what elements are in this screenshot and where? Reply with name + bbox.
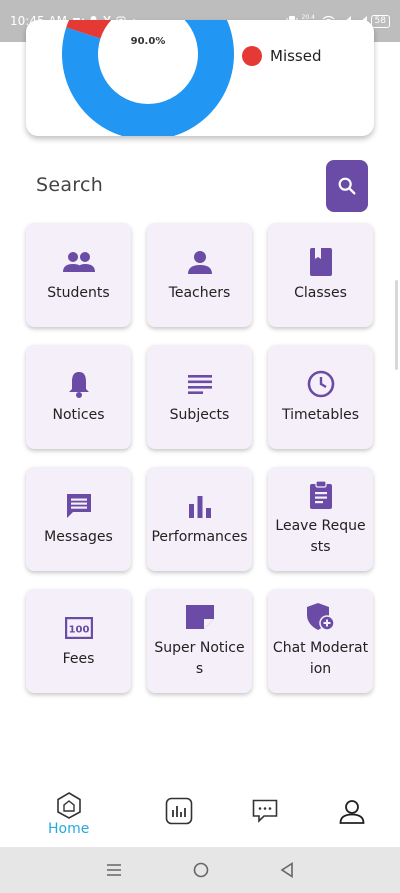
tile-students[interactable]: Students	[26, 223, 131, 327]
home-circle-icon[interactable]	[193, 862, 209, 878]
tile-timetables[interactable]: Timetables	[268, 345, 373, 449]
tile-super-notices[interactable]: Super Notices	[147, 589, 252, 693]
missed-legend-dot	[242, 46, 262, 66]
tile-label: Teachers	[168, 284, 231, 301]
chart-legend: Missed	[242, 46, 322, 66]
search-button[interactable]	[326, 160, 368, 212]
tile-label: Students	[47, 284, 110, 301]
system-nav-bar	[0, 847, 400, 893]
nav-analytics[interactable]	[165, 797, 193, 825]
recent-apps-icon[interactable]	[106, 863, 122, 877]
bar-chart-icon	[188, 495, 211, 518]
nav-home[interactable]: Home	[48, 791, 89, 837]
nav-home-label: Home	[48, 821, 90, 837]
tile-label: Fees	[62, 650, 95, 667]
nav-profile[interactable]	[339, 799, 365, 825]
tile-label: Super Notices	[154, 640, 245, 677]
missed-legend-label: Missed	[270, 47, 322, 65]
back-icon[interactable]	[280, 862, 294, 878]
clipboard-icon	[309, 481, 332, 509]
bell-icon	[68, 371, 89, 398]
tile-messages[interactable]: Messages	[26, 467, 131, 571]
tile-teachers[interactable]: Teachers	[147, 223, 252, 327]
clock-icon	[307, 370, 334, 397]
tile-label: Leave Requests	[275, 518, 366, 555]
tile-label: Notices	[52, 406, 105, 423]
tile-label: Timetables	[281, 406, 359, 423]
attendance-donut-chart	[62, 20, 234, 136]
person-icon	[187, 250, 212, 274]
search-label: Search	[36, 174, 104, 196]
feature-grid: Students Teachers Classes Notices Subjec…	[26, 223, 373, 693]
tile-label: Chat Moderation	[272, 640, 369, 677]
tile-label: Messages	[44, 528, 113, 545]
home-icon	[56, 792, 81, 819]
search-icon	[338, 177, 356, 195]
bottom-navigation: Home	[0, 785, 400, 847]
note-icon	[185, 605, 214, 629]
people-icon	[62, 251, 95, 272]
message-icon	[66, 493, 91, 518]
tile-classes[interactable]: Classes	[268, 223, 373, 327]
tile-label: Classes	[294, 284, 347, 301]
tile-fees[interactable]: 100 Fees	[26, 589, 131, 693]
profile-icon	[339, 800, 365, 824]
tile-label: Subjects	[169, 406, 230, 423]
scrollbar[interactable]	[395, 280, 398, 370]
tile-leave-requests[interactable]: Leave Requests	[268, 467, 373, 571]
chat-icon	[252, 799, 278, 823]
tile-notices[interactable]: Notices	[26, 345, 131, 449]
book-icon	[309, 247, 332, 276]
search-row: Search	[36, 160, 368, 212]
tile-performances[interactable]: Performances	[147, 467, 252, 571]
fees-icon: 100	[64, 616, 93, 639]
shield-add-icon	[306, 603, 335, 631]
tile-subjects[interactable]: Subjects	[147, 345, 252, 449]
subject-lines-icon	[187, 374, 212, 394]
tile-chat-moderation[interactable]: Chat Moderation	[268, 589, 373, 693]
attendance-percent-label: 90.0%	[130, 36, 166, 47]
analytics-icon	[165, 797, 193, 825]
svg-text:100: 100	[68, 624, 89, 635]
attendance-chart-card: 90.0% Missed	[26, 20, 374, 136]
tile-label: Performances	[151, 528, 248, 545]
nav-chat[interactable]	[252, 799, 278, 823]
